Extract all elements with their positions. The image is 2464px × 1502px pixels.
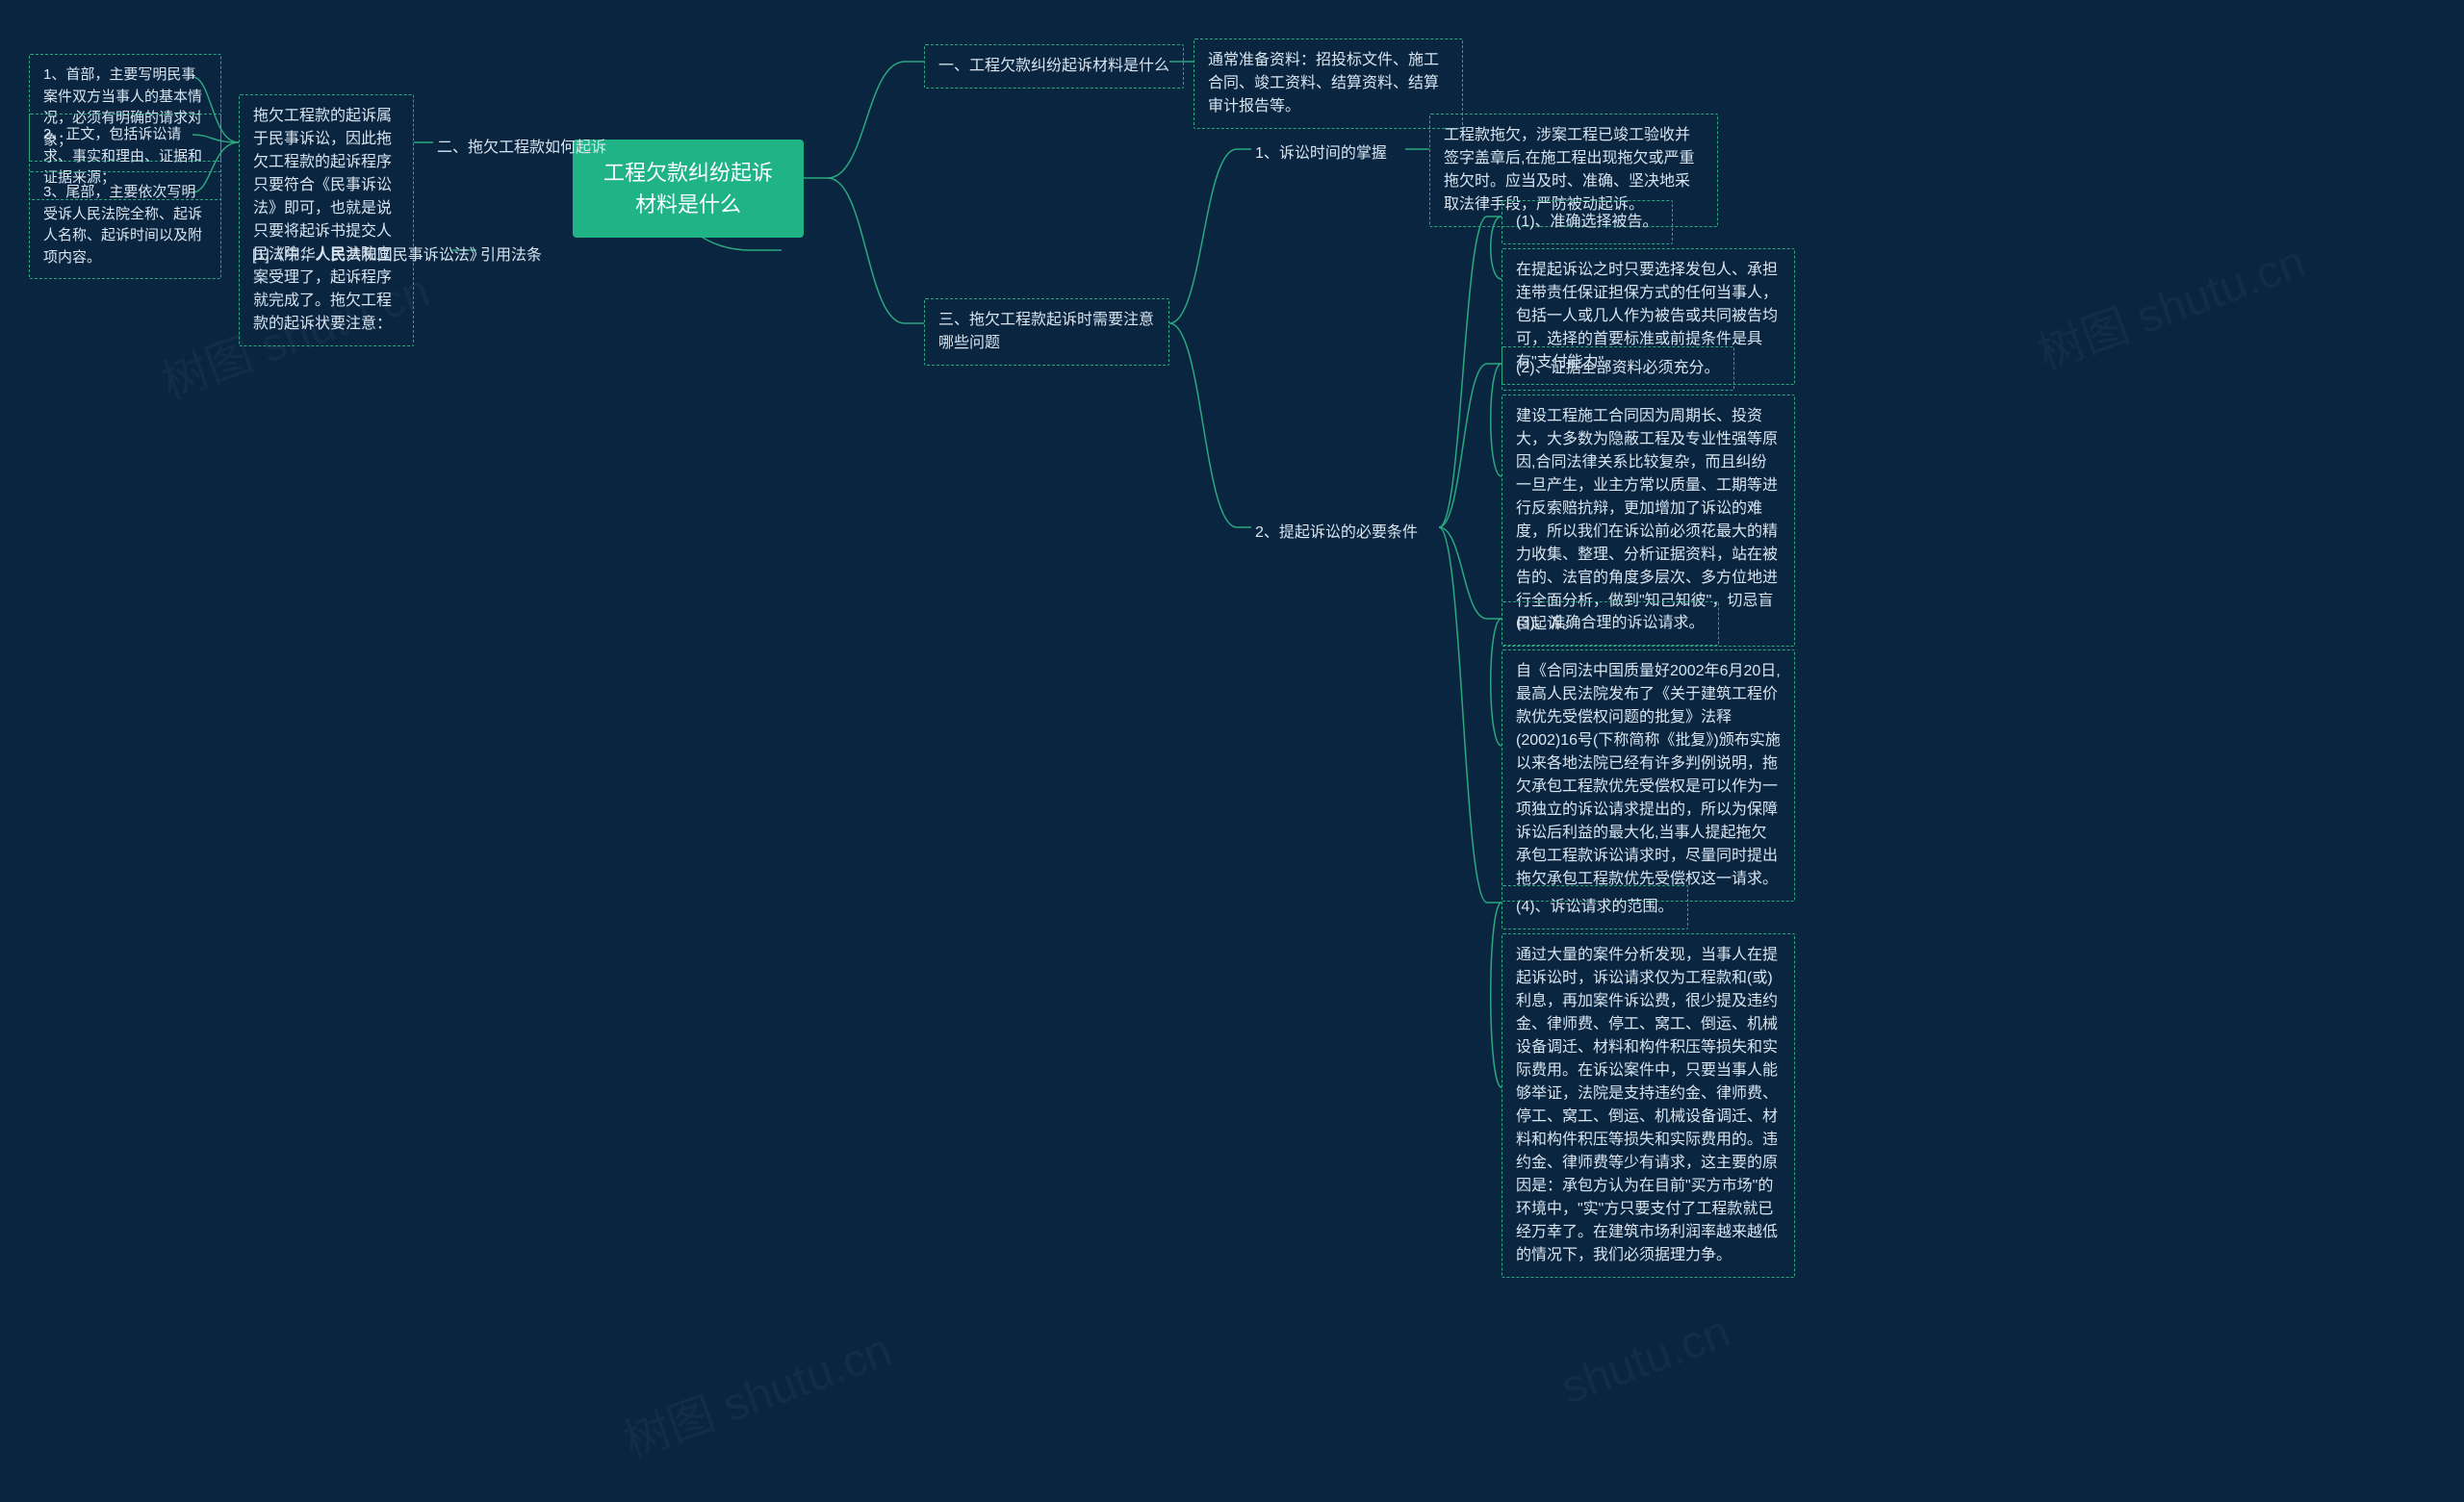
branch-2-item-3[interactable]: 3、尾部，主要依次写明受诉人民法院全称、起诉人名称、起诉时间以及附项内容。 xyxy=(29,171,221,279)
sub2-p4-title[interactable]: (4)、诉讼请求的范围。 xyxy=(1502,885,1688,929)
branch-1-desc[interactable]: 通常准备资料：招投标文件、施工合同、竣工资料、结算资料、结算审计报告等。 xyxy=(1194,38,1463,129)
branch-3-label[interactable]: 三、拖欠工程款起诉时需要注意哪些问题 xyxy=(924,298,1169,366)
root-title: 工程欠款纠纷起诉材料是什么 xyxy=(603,161,773,216)
branch-ref-item[interactable]: [1]《中华人民共和国民事诉讼法》 xyxy=(248,239,489,273)
sub2-p2-title[interactable]: (2)、证据全部资料必须充分。 xyxy=(1502,346,1734,391)
sub2-p4-desc[interactable]: 通过大量的案件分析发现，当事人在提起诉讼时，诉讼请求仅为工程款和(或)利息，再加… xyxy=(1502,933,1795,1278)
watermark: 树图 shutu.cn xyxy=(613,1311,899,1470)
branch-2-desc[interactable]: 拖欠工程款的起诉属于民事诉讼，因此拖欠工程款的起诉程序只要符合《民事诉讼法》即可… xyxy=(239,94,414,346)
sub2-p3-title[interactable]: (3)、准确合理的诉讼请求。 xyxy=(1502,601,1719,646)
branch-2-label[interactable]: 二、拖欠工程款如何起诉 xyxy=(433,131,610,165)
sub2-p3-desc[interactable]: 自《合同法中国质量好2002年6月20日,最高人民法院发布了《关于建筑工程价款优… xyxy=(1502,649,1795,902)
branch-1-label[interactable]: 一、工程欠款纠纷起诉材料是什么 xyxy=(924,44,1184,89)
branch-3-sub1-label[interactable]: 1、诉讼时间的掌握 xyxy=(1251,137,1391,171)
watermark: 树图 shutu.cn xyxy=(2027,223,2313,382)
sub2-p1-title[interactable]: (1)、准确选择被告。 xyxy=(1502,200,1673,244)
branch-3-sub2-label[interactable]: 2、提起诉讼的必要条件 xyxy=(1251,516,1422,550)
watermark: shutu.cn xyxy=(1554,1306,1736,1415)
